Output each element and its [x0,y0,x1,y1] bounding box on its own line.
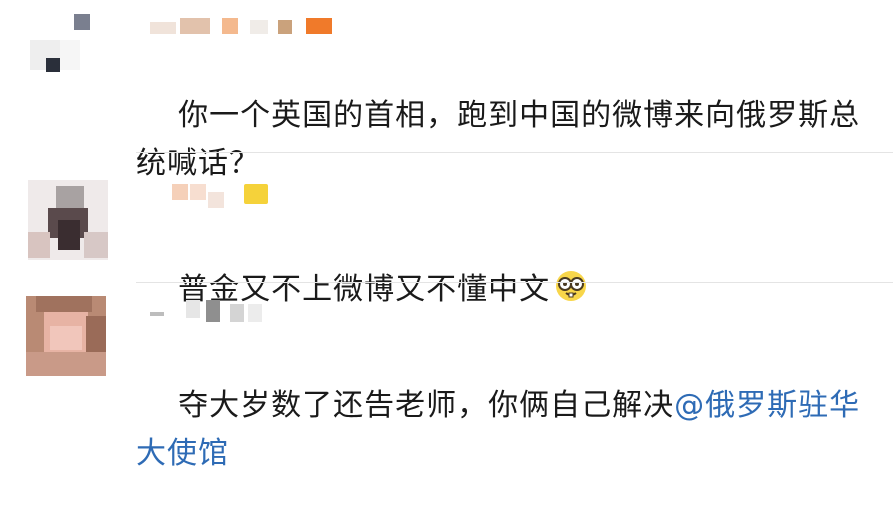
divider [136,282,893,283]
username-blurred[interactable] [172,184,292,208]
avatar[interactable] [26,296,106,376]
comment-item: 夺大岁数了还告老师，你俩自己解决@俄罗斯驻华大使馆 [0,290,893,471]
username-blurred[interactable] [150,300,280,322]
username-blurred[interactable] [150,18,370,40]
divider [136,152,893,153]
avatar[interactable] [28,180,108,260]
level-badge [306,18,332,34]
level-badge [244,184,268,204]
comment-item: 你一个英国的首相，跑到中国的微博来向俄罗斯总统喊话？ [0,0,893,181]
comment-text: 夺大岁数了还告老师，你俩自己解决@俄罗斯驻华大使馆 [136,388,861,471]
avatar[interactable] [30,0,110,80]
comment-item: 普金又不上微博又不懂中文 [0,170,893,307]
